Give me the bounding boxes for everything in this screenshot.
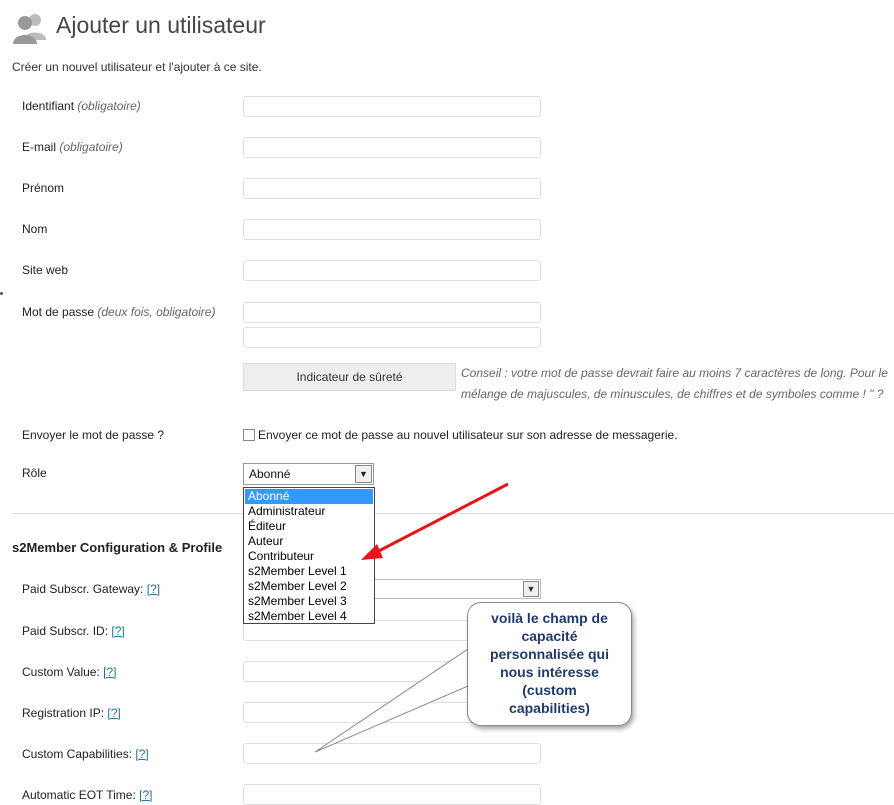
- annotation-callout: voilà le champ de capacité personnalisée…: [467, 602, 632, 726]
- firstname-label: Prénom: [22, 181, 65, 195]
- chevron-down-icon[interactable]: ▼: [523, 581, 539, 597]
- lastname-field[interactable]: [243, 219, 541, 240]
- email-label: E-mail (obligatoire): [22, 140, 123, 154]
- reg-ip-help-link[interactable]: [?]: [107, 706, 120, 720]
- password-field[interactable]: [243, 302, 541, 323]
- send-password-checkbox[interactable]: [243, 429, 255, 441]
- website-field[interactable]: [243, 260, 541, 281]
- role-option[interactable]: s2Member Level 2: [245, 579, 373, 594]
- password-label: Mot de passe (deux fois, obligatoire): [22, 305, 216, 319]
- password-strength-indicator: Indicateur de sûreté: [243, 363, 456, 391]
- username-label: Identifiant (obligatoire): [22, 99, 141, 113]
- website-label: Site web: [22, 263, 69, 277]
- username-field[interactable]: [243, 96, 541, 117]
- role-option[interactable]: s2Member Level 1: [245, 564, 373, 579]
- role-option[interactable]: Contributeur: [245, 549, 373, 564]
- firstname-field[interactable]: [243, 178, 541, 199]
- send-password-label: Envoyer le mot de passe ?: [22, 428, 165, 442]
- eot-help-link[interactable]: [?]: [139, 788, 152, 802]
- role-option[interactable]: Abonné: [245, 489, 373, 504]
- reg-ip-label: Registration IP: [?]: [22, 706, 121, 720]
- email-field[interactable]: [243, 137, 541, 158]
- role-select-value: Abonné: [249, 467, 291, 481]
- role-option[interactable]: s2Member Level 3: [245, 594, 373, 609]
- margin-dot: [0, 292, 3, 295]
- gateway-help-link[interactable]: [?]: [147, 582, 160, 596]
- gateway-label: Paid Subscr. Gateway: [?]: [22, 582, 161, 596]
- subscr-id-label: Paid Subscr. ID: [?]: [22, 624, 125, 638]
- password-confirm-field[interactable]: [243, 327, 541, 348]
- password-hint-line1: Conseil : votre mot de passe devrait fai…: [461, 366, 888, 380]
- page-title: Ajouter un utilisateur: [56, 12, 266, 38]
- send-password-checkbox-label[interactable]: Envoyer ce mot de passe au nouvel utilis…: [258, 428, 678, 442]
- role-option[interactable]: Auteur: [245, 534, 373, 549]
- custom-value-label: Custom Value: [?]: [22, 665, 117, 679]
- users-icon: [13, 14, 46, 44]
- password-hint-line2: mélange de majuscules, de minuscules, de…: [461, 387, 884, 401]
- custom-caps-label: Custom Capabilities: [?]: [22, 747, 149, 761]
- custom-caps-help-link[interactable]: [?]: [135, 747, 148, 761]
- annotation-arrow: [361, 482, 509, 560]
- custom-value-help-link[interactable]: [?]: [103, 665, 116, 679]
- page-intro: Créer un nouvel utilisateur et l'ajouter…: [12, 60, 262, 74]
- subscr-id-help-link[interactable]: [?]: [111, 624, 124, 638]
- s2member-section-title: s2Member Configuration & Profile: [12, 540, 223, 555]
- role-label: Rôle: [22, 466, 47, 480]
- lastname-label: Nom: [22, 222, 48, 236]
- role-option[interactable]: Éditeur: [245, 519, 373, 534]
- eot-field[interactable]: [243, 784, 541, 805]
- role-option[interactable]: s2Member Level 4: [245, 609, 373, 624]
- callout-tail: [314, 644, 483, 753]
- role-option[interactable]: Administrateur: [245, 504, 373, 519]
- eot-label: Automatic EOT Time: [?]: [22, 788, 153, 802]
